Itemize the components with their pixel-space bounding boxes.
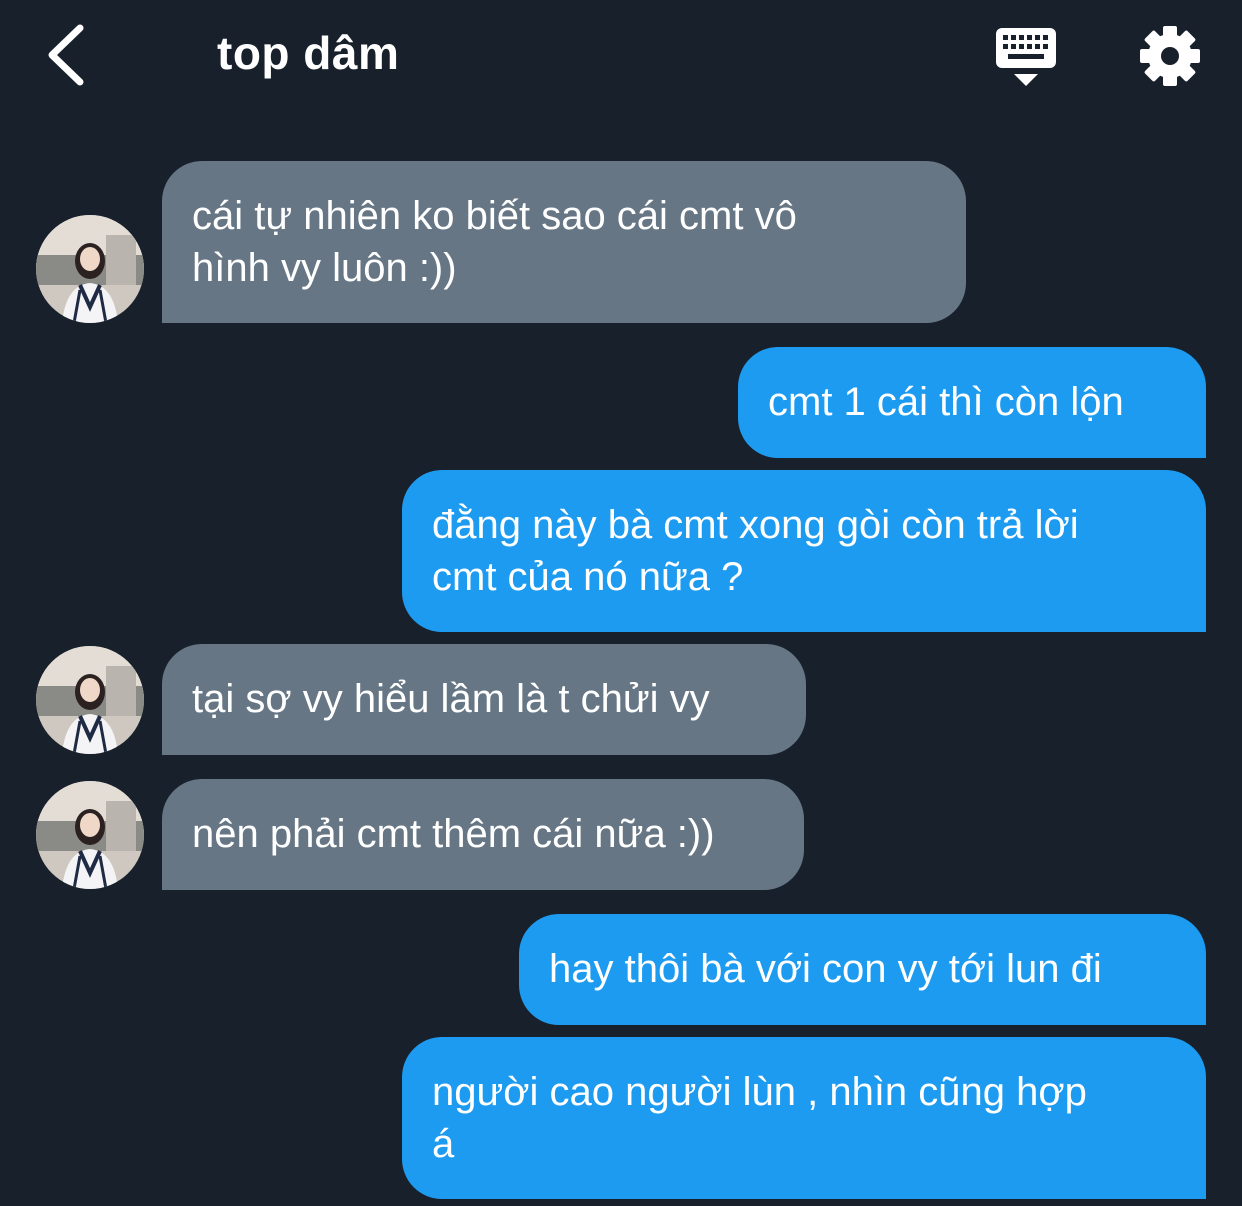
back-button[interactable] xyxy=(38,20,98,90)
conversation-title: top dâm xyxy=(217,27,400,79)
message-bubble-incoming[interactable]: cái tự nhiên ko biết sao cái cmt vô hình… xyxy=(162,161,966,323)
settings-button[interactable] xyxy=(1136,22,1204,90)
message-bubble-outgoing[interactable]: hay thôi bà với con vy tới lun đi xyxy=(519,914,1206,1025)
avatar[interactable] xyxy=(36,781,144,889)
avatar[interactable] xyxy=(36,646,144,754)
avatar-photo xyxy=(36,646,144,754)
message-bubble-incoming[interactable]: tại sợ vy hiểu lầm là t chửi vy xyxy=(162,644,806,755)
keyboard-button[interactable] xyxy=(992,24,1060,90)
chat-header: top dâm xyxy=(0,0,1242,110)
message-bubble-outgoing[interactable]: cmt 1 cái thì còn lộn xyxy=(738,347,1206,458)
avatar[interactable] xyxy=(36,215,144,323)
message-bubble-incoming[interactable]: nên phải cmt thêm cái nữa :)) xyxy=(162,779,804,890)
chat-screen: top dâm cái tự nhiên ko biết sao cái cmt… xyxy=(0,0,1242,1206)
keyboard-icon xyxy=(996,28,1056,86)
gear-icon xyxy=(1140,26,1200,86)
chevron-left-icon xyxy=(48,24,84,86)
avatar-photo xyxy=(36,781,144,889)
message-bubble-outgoing[interactable]: đằng này bà cmt xong gòi còn trả lời cmt… xyxy=(402,470,1206,632)
message-bubble-outgoing[interactable]: người cao người lùn , nhìn cũng hợp á xyxy=(402,1037,1206,1199)
avatar-photo xyxy=(36,215,144,323)
